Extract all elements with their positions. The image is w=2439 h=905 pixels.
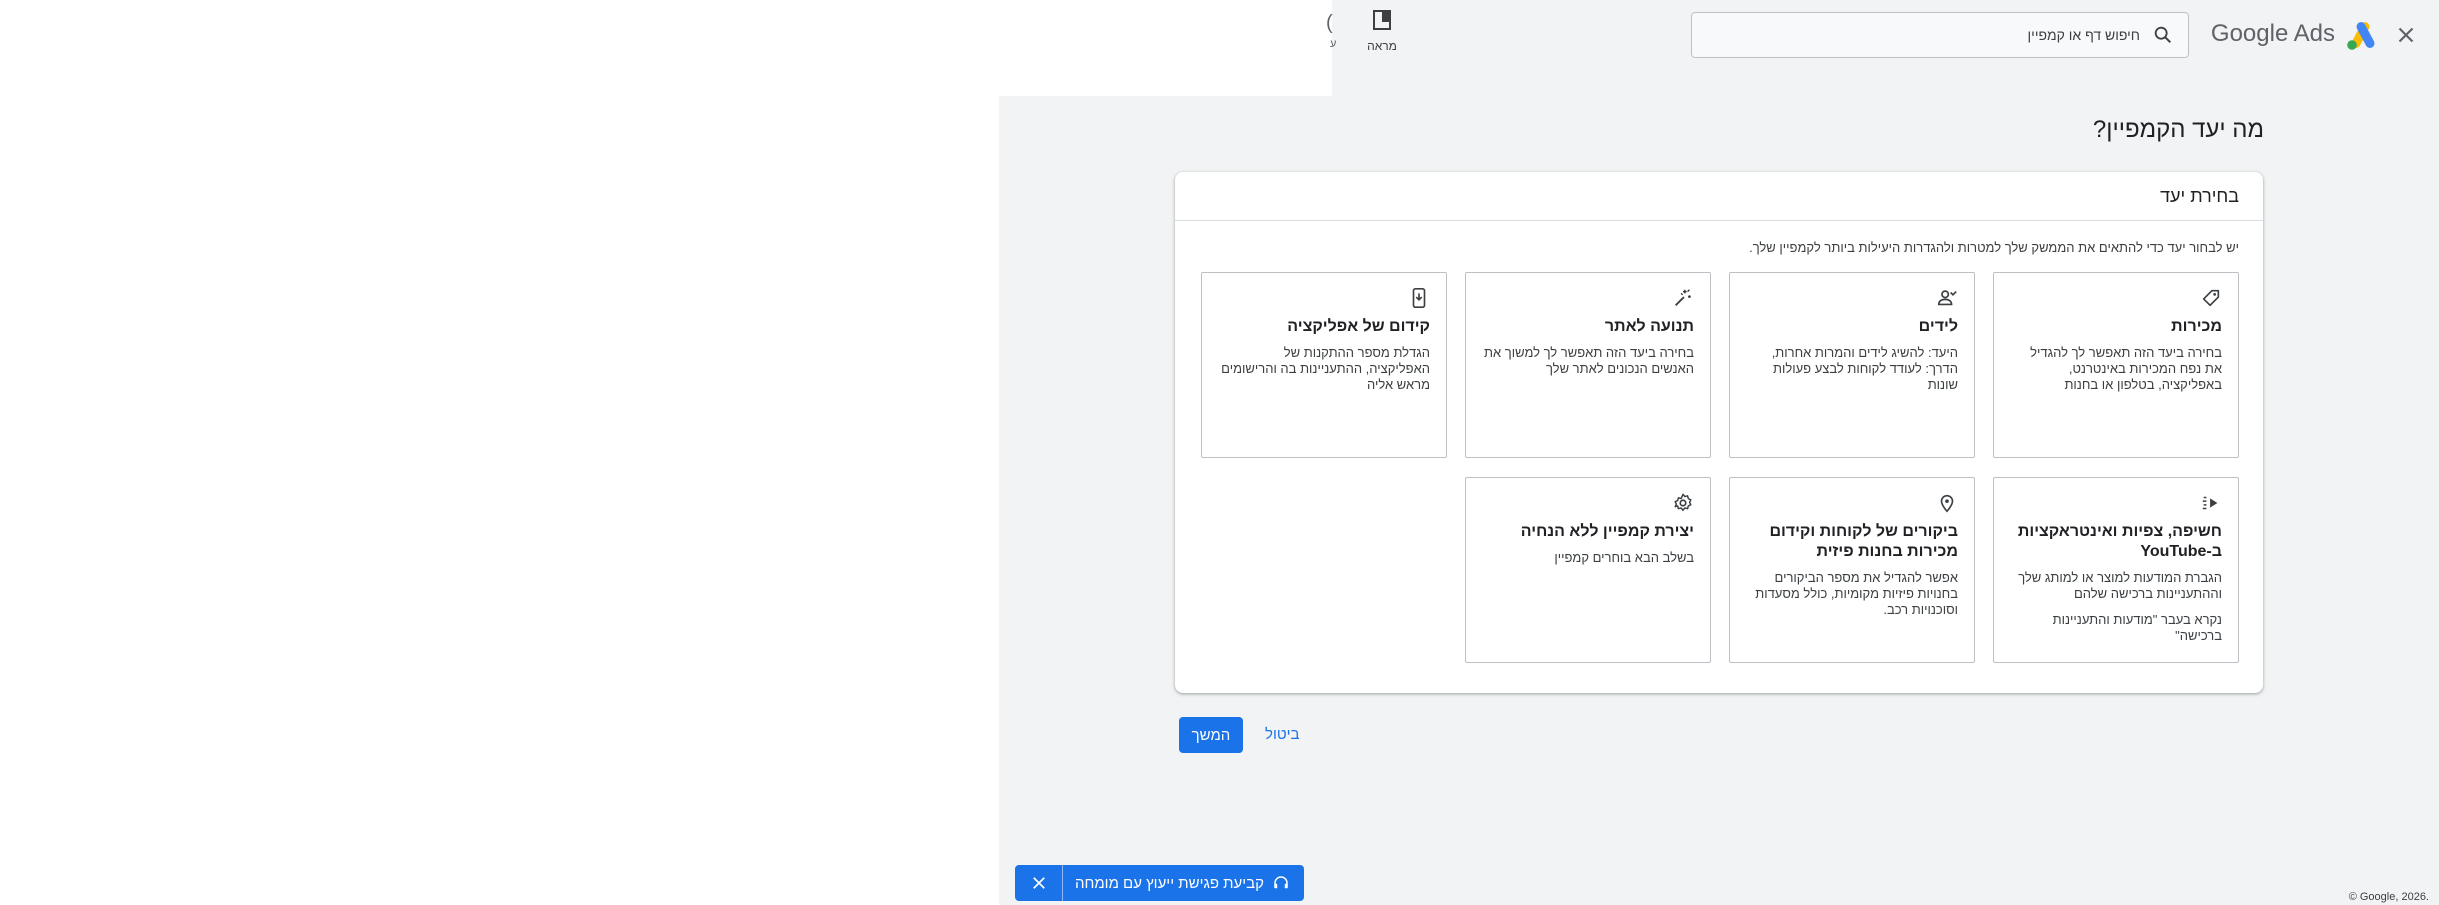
phone-download-icon <box>1408 287 1430 309</box>
goal-title: תנועה לאתר <box>1604 318 1694 335</box>
goal-title: יצירת קמפיין ללא הנחיה <box>1520 523 1694 540</box>
card-description: יש לבחור יעד כדי להתאים את הממשק שלך למט… <box>1749 240 2239 255</box>
goal-title: ביקורים של לקוחות וקידום מכירות בחנות פי… <box>1769 523 1958 560</box>
goal-description: הגברת המודעות למוצר או למותג שלך וההתעני… <box>2018 570 2222 601</box>
goal-no-guidance[interactable]: יצירת קמפיין ללא הנחיה בשלב הבא בוחרים ק… <box>1465 477 1711 663</box>
partial-label: ע <box>1330 38 1337 50</box>
goal-note: נקרא בעבר "מודעות והתעניינות ברכישה" <box>2052 612 2222 643</box>
consultation-bar: קביעת פגישת ייעוץ עם מומחה <box>1015 865 1304 901</box>
cancel-button[interactable]: ביטול <box>1259 717 1306 753</box>
page-title: מה יעד הקמפיין? <box>2092 116 2264 143</box>
book-consultation-label: קביעת פגישת ייעוץ עם מומחה <box>1075 874 1264 892</box>
brand-name: Google Ads <box>2210 20 2335 47</box>
goal-youtube[interactable]: חשיפה, צפיות ואינטראקציות ב-YouTube הגבר… <box>1993 477 2239 663</box>
close-icon <box>1032 877 1045 889</box>
goal-app-promotion[interactable]: קידום של אפליקציה הגדלת מספר ההתקנות של … <box>1201 272 1447 458</box>
goal-description: היעד: להשיג לידים והמרות אחרות, הדרך: לע… <box>1771 345 1958 392</box>
goal-title: חשיפה, צפיות ואינטראקציות ב-YouTube <box>2017 523 2222 560</box>
card-title: בחירת יעד <box>2160 185 2239 206</box>
close-icon[interactable] <box>2393 22 2419 48</box>
sparkle-cursor-icon <box>1672 287 1694 309</box>
search-box[interactable] <box>1691 12 2189 58</box>
goal-store-visits[interactable]: ביקורים של לקוחות וקידום מכירות בחנות פי… <box>1729 477 1975 663</box>
partial-icon: ( <box>1326 12 1333 34</box>
appearance-button[interactable]: מראה <box>1362 8 1402 53</box>
headset-icon <box>1274 876 1288 889</box>
goal-website-traffic[interactable]: תנועה לאתר בחירה ביעד הזה תאפשר לך למשוך… <box>1465 272 1711 458</box>
goal-description: בחירה ביעד הזה תאפשר לך להגדיל את נפח המ… <box>2030 345 2222 392</box>
goal-leads[interactable]: לידים היעד: להשיג לידים והמרות אחרות, הד… <box>1729 272 1975 458</box>
continue-button[interactable]: המשך <box>1179 717 1243 753</box>
goal-title: לידים <box>1918 318 1958 335</box>
appearance-label: מראה <box>1367 39 1397 53</box>
goal-description: בחירה ביעד הזה תאפשר לך למשוך את האנשים … <box>1484 345 1694 376</box>
search-icon <box>2152 24 2174 46</box>
blank-panel <box>0 0 1332 96</box>
lead-person-icon <box>1936 287 1958 309</box>
goal-sales[interactable]: מכירות בחירה ביעד הזה תאפשר לך להגדיל את… <box>1993 272 2239 458</box>
goal-selection-card: בחירת יעד יש לבחור יעד כדי להתאים את הממ… <box>1175 172 2263 693</box>
goal-description: בשלב הבא בוחרים קמפיין <box>1554 550 1694 565</box>
close-consultation-button[interactable] <box>1015 865 1063 901</box>
search-input[interactable] <box>1706 26 2142 44</box>
appearance-icon <box>1373 10 1391 30</box>
goal-description: הגדלת מספר ההתקנות של האפליקציה, ההתעניי… <box>1221 345 1430 392</box>
youtube-play-icon <box>2200 492 2222 514</box>
goal-title: מכירות <box>2171 318 2222 335</box>
goal-description: אפשר להגדיל את מספר הביקורים בחנויות פיז… <box>1755 570 1958 617</box>
map-pin-icon <box>1936 492 1958 514</box>
google-ads-logo <box>2345 20 2379 50</box>
gear-icon <box>1672 492 1694 514</box>
goal-title: קידום של אפליקציה <box>1287 318 1430 335</box>
book-consultation-button[interactable]: קביעת פגישת ייעוץ עם מומחה <box>1063 865 1304 901</box>
card-header: בחירת יעד <box>1175 172 2263 221</box>
copyright: © Google, 2026. <box>2348 891 2429 903</box>
tag-icon <box>2200 287 2222 309</box>
